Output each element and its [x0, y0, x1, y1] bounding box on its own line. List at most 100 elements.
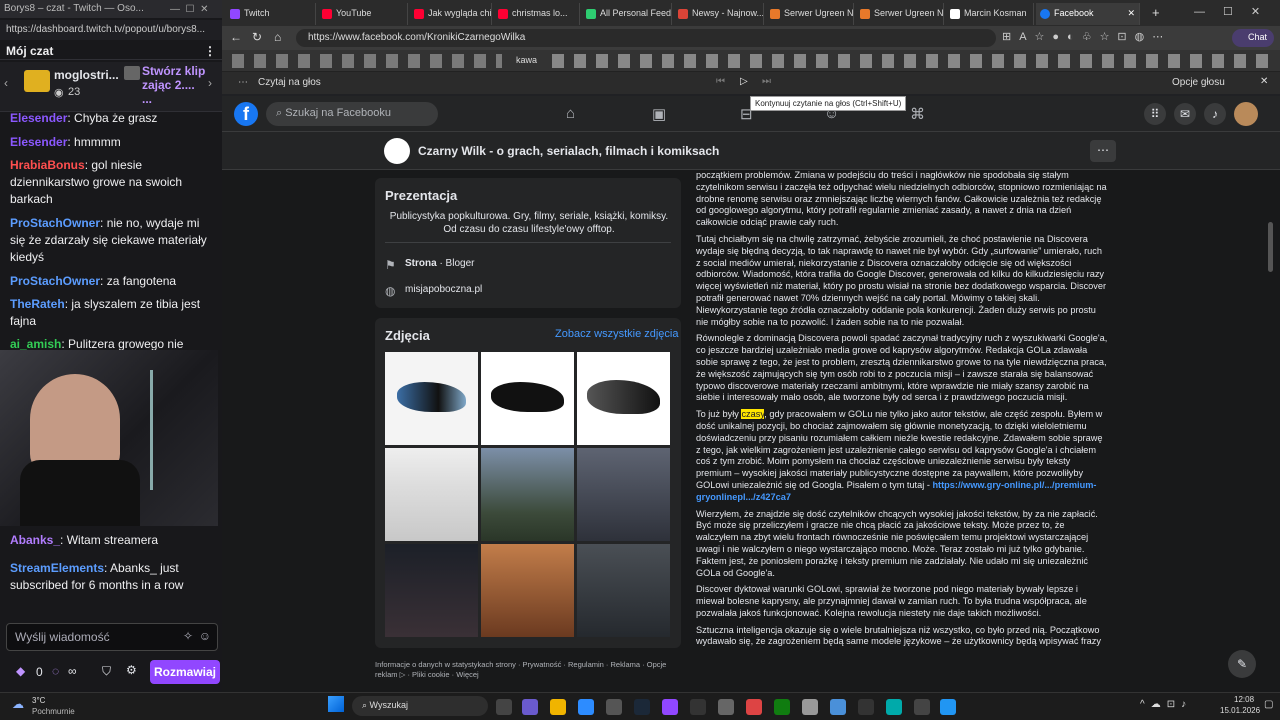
tab-ugreen-2[interactable]: Serwer Ugreen N... [856, 3, 944, 25]
emoji-icon[interactable]: ☺ [199, 629, 211, 643]
tab-x-kosman[interactable]: Marcin Kosman [946, 3, 1034, 25]
twitch-url-bar[interactable]: https://dashboard.twitch.tv/popout/u/bor… [0, 20, 222, 40]
edge-icon[interactable] [578, 699, 594, 715]
bookmark-icons-right[interactable] [552, 54, 1272, 68]
photo-film-group[interactable] [481, 448, 574, 541]
steam-icon[interactable] [634, 699, 650, 715]
scrollbar[interactable] [1268, 222, 1273, 272]
bookmark-icons-left[interactable] [232, 54, 502, 68]
app-icon[interactable] [830, 699, 846, 715]
photo-wolf-black[interactable] [481, 352, 574, 445]
home-icon[interactable]: ⌂ [566, 105, 575, 122]
profile-avatar[interactable] [1234, 102, 1258, 126]
photo-wolf-sketch[interactable] [577, 352, 670, 445]
weather-icon[interactable]: ☁ [12, 697, 24, 711]
github-icon[interactable] [690, 699, 706, 715]
compose-icon[interactable]: ✎ [1228, 650, 1256, 678]
clip-prompt-line2[interactable]: zając 2.... [142, 78, 195, 92]
copilot-button[interactable]: Chat [1232, 29, 1274, 47]
new-tab-button[interactable]: + [1152, 5, 1160, 20]
store-icon[interactable] [606, 699, 622, 715]
more-options-icon[interactable]: ⋯ [1090, 140, 1116, 162]
chat-username[interactable]: TheRateh [10, 297, 65, 311]
chat-username[interactable]: Elesender [10, 135, 67, 149]
close-icon[interactable]: ✕ [1260, 76, 1268, 87]
chat-input[interactable]: Wyślij wiadomość ✧ ☺ [6, 623, 218, 651]
back-icon[interactable]: ← [230, 30, 242, 44]
messenger-icon[interactable]: ✉ [1174, 103, 1196, 125]
tab-twitch[interactable]: Twitch [226, 3, 316, 25]
chat-username[interactable]: StreamElements [10, 561, 104, 575]
facebook-search-input[interactable]: ⌕ Szukaj na Facebooku [266, 102, 438, 126]
tab-newsy[interactable]: Newsy - Najnow... [674, 3, 764, 25]
website-link[interactable]: misjapoboczna.pl [405, 284, 482, 295]
more-options-icon[interactable]: ⋮ [204, 44, 216, 58]
next-icon[interactable]: ⏭ [762, 76, 771, 87]
play-icon[interactable]: ▷ [740, 76, 748, 87]
copilot-icon[interactable] [522, 699, 538, 715]
shield-icon[interactable]: ⛉ [102, 664, 111, 679]
gear-icon[interactable]: ⚙ [126, 663, 137, 677]
previous-icon[interactable]: ⏮ [716, 76, 725, 87]
voice-options-button[interactable]: Opcje głosu [1172, 77, 1225, 88]
google-icon [678, 9, 688, 19]
chat-send-button[interactable]: Rozmawiaj [150, 660, 220, 684]
more-icon[interactable]: ⋯ [238, 77, 248, 88]
task-view-icon[interactable] [496, 699, 512, 715]
photo-film-motorcycle[interactable] [577, 544, 670, 637]
menu-grid-icon[interactable]: ⠿ [1144, 103, 1166, 125]
tab-christmas[interactable]: christmas lo... [494, 3, 580, 25]
chevron-right-icon[interactable]: › [208, 76, 212, 90]
url-input[interactable]: https://www.facebook.com/KronikiCzarnego… [296, 29, 996, 47]
see-all-photos-link[interactable]: Zobacz wszystkie zdjęcia [555, 328, 679, 340]
system-tray-icons[interactable]: ^☁⊡♪ [1140, 699, 1192, 710]
tab-youtube-video[interactable]: Jak wygląda chi... [410, 3, 492, 25]
app-icon[interactable] [802, 699, 818, 715]
chat-username[interactable]: ai_amish [10, 337, 61, 351]
app-icon[interactable] [746, 699, 762, 715]
facebook-logo-icon[interactable]: f [234, 102, 258, 126]
chat-username[interactable]: HrabiaBonus [10, 158, 85, 172]
home-icon[interactable]: ⌂ [274, 30, 281, 44]
tab-facebook[interactable]: Facebook ✕ [1036, 3, 1140, 25]
start-icon[interactable] [328, 696, 344, 712]
photo-film-couple[interactable] [385, 544, 478, 637]
video-icon[interactable]: ▣ [652, 105, 666, 123]
notification-icon[interactable]: ▢ [1264, 699, 1273, 710]
photo-film-armor[interactable] [577, 448, 670, 541]
post-text-segment: To już były [696, 409, 742, 420]
chat-username[interactable]: ProStachOwner [10, 216, 100, 230]
obs-icon[interactable] [662, 699, 678, 715]
tab-personal-feed[interactable]: All Personal Feed [582, 3, 672, 25]
app-icon[interactable] [914, 699, 930, 715]
tab-ugreen-1[interactable]: Serwer Ugreen N... [766, 3, 854, 25]
app-icon[interactable] [718, 699, 734, 715]
chat-username[interactable]: Elesender [10, 111, 67, 125]
sparkle-icon[interactable]: ✧ [183, 629, 193, 643]
chat-username[interactable]: Abanks_ [10, 533, 60, 547]
channel-points-icon[interactable]: ◆ [16, 664, 25, 678]
gaming-icon[interactable]: ⌘ [910, 105, 925, 123]
page-footer-links[interactable]: Informacje o danych w statystykach stron… [375, 660, 681, 680]
page-title[interactable]: Czarny Wilk - o grach, serialach, filmac… [418, 144, 719, 158]
xbox-icon[interactable] [774, 699, 790, 715]
chevron-left-icon[interactable]: ‹ [4, 76, 8, 90]
taskbar-search[interactable]: ⌕ Wyszukaj [352, 696, 488, 716]
app-icon[interactable] [858, 699, 874, 715]
tab-youtube[interactable]: YouTube [318, 3, 408, 25]
clip-prompt-line1[interactable]: Stwórz klip [142, 64, 205, 78]
bookmark-kawa[interactable]: kawa [516, 55, 537, 65]
photo-film-fight[interactable] [481, 544, 574, 637]
refresh-icon[interactable]: ↻ [252, 30, 262, 44]
photo-screenshot[interactable] [385, 448, 478, 541]
window-controls[interactable]: —☐✕ [1194, 5, 1278, 18]
close-tab-icon[interactable]: ✕ [1127, 8, 1135, 19]
file-explorer-icon[interactable] [550, 699, 566, 715]
window-controls[interactable]: — ☐ ✕ [170, 4, 208, 15]
chat-username[interactable]: ProStachOwner [10, 274, 100, 288]
app-icon[interactable] [940, 699, 956, 715]
circle-icon[interactable]: ◌ [52, 664, 59, 678]
photo-wolf-color[interactable] [385, 352, 478, 445]
app-icon[interactable] [886, 699, 902, 715]
notifications-icon[interactable]: ♪ [1204, 103, 1226, 125]
